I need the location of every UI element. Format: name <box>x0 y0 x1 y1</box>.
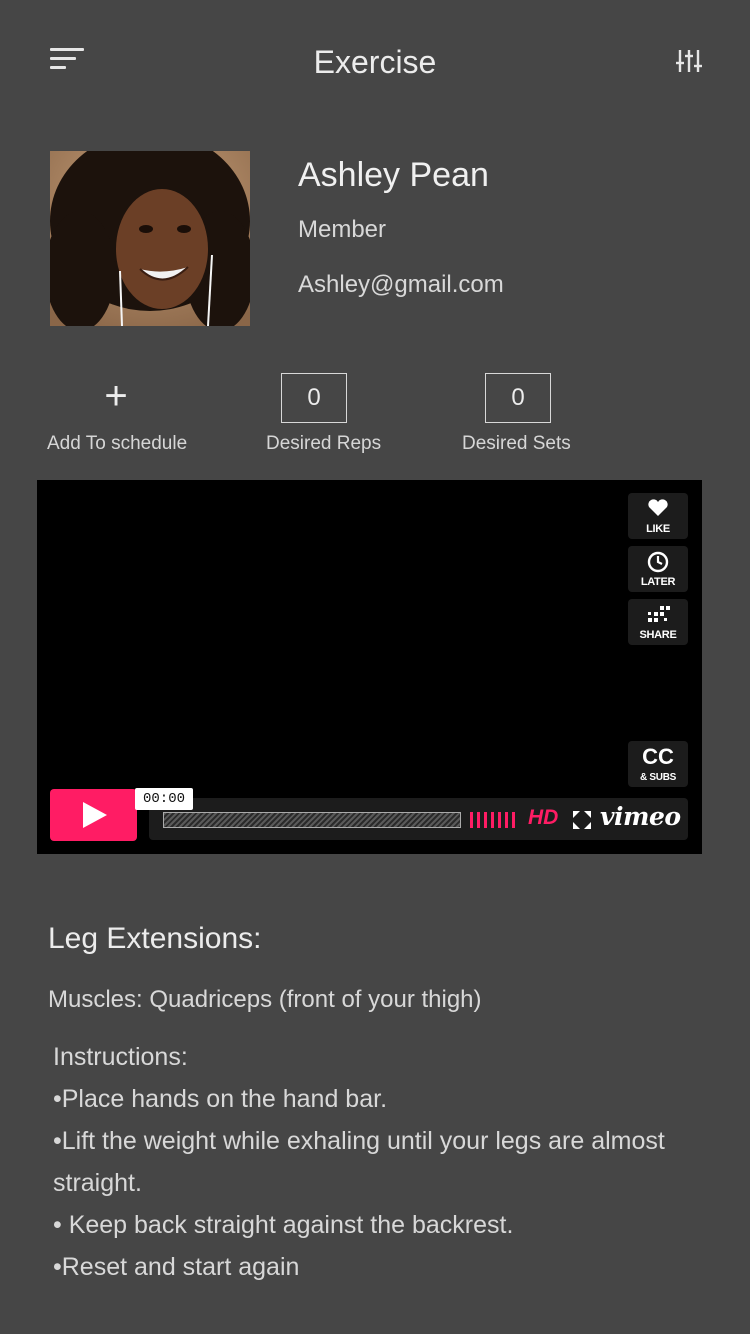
share-label: SHARE <box>639 629 677 641</box>
cc-label: CC <box>642 744 674 769</box>
share-button[interactable]: SHARE <box>628 599 688 645</box>
page-title: Exercise <box>313 44 437 80</box>
exercise-muscles: Muscles: Quadriceps (front of your thigh… <box>48 986 482 1013</box>
instruction-step: •Reset and start again <box>53 1253 300 1281</box>
desired-sets-input[interactable]: 0 <box>485 373 551 423</box>
vimeo-logo[interactable]: vimeo <box>600 802 681 831</box>
play-icon <box>83 802 107 828</box>
exercise-instructions: Instructions: •Place hands on the hand b… <box>53 1036 713 1288</box>
profile-email: Ashley@gmail.com <box>298 271 504 298</box>
instruction-step: • Keep back straight against the backres… <box>53 1211 514 1239</box>
watch-later-button[interactable]: LATER <box>628 546 688 592</box>
profile-avatar <box>50 151 250 326</box>
video-player[interactable]: LIKE LATER SHARE CC & SUBS 00:00 HD vime… <box>37 480 702 854</box>
share-icon <box>648 606 670 622</box>
hd-toggle[interactable]: HD <box>528 806 558 830</box>
instructions-heading: Instructions: <box>53 1043 188 1071</box>
volume-control[interactable] <box>470 812 518 828</box>
profile-role: Member <box>298 216 387 243</box>
profile-name: Ashley Pean <box>298 156 489 194</box>
video-time: 00:00 <box>135 788 193 810</box>
desired-reps-input[interactable]: 0 <box>281 373 347 423</box>
like-label: LIKE <box>646 523 670 535</box>
add-to-schedule-button[interactable]: + <box>96 374 136 418</box>
fullscreen-icon[interactable] <box>573 811 591 829</box>
desired-sets-label: Desired Sets <box>462 433 571 454</box>
subs-label: & SUBS <box>640 772 676 783</box>
desired-reps-label: Desired Reps <box>266 433 382 454</box>
clock-icon <box>647 551 669 573</box>
exercise-title: Leg Extensions: <box>48 922 262 955</box>
play-button[interactable] <box>50 789 137 841</box>
sliders-icon[interactable] <box>676 46 702 76</box>
instruction-step: •Lift the weight while exhaling until yo… <box>53 1127 665 1197</box>
add-to-schedule-label: Add To schedule <box>47 433 188 454</box>
instruction-step: •Place hands on the hand bar. <box>53 1085 388 1113</box>
heart-icon <box>648 499 668 516</box>
like-button[interactable]: LIKE <box>628 493 688 539</box>
later-label: LATER <box>640 576 676 588</box>
video-progress-bar[interactable] <box>163 812 461 828</box>
captions-button[interactable]: CC & SUBS <box>628 741 688 787</box>
